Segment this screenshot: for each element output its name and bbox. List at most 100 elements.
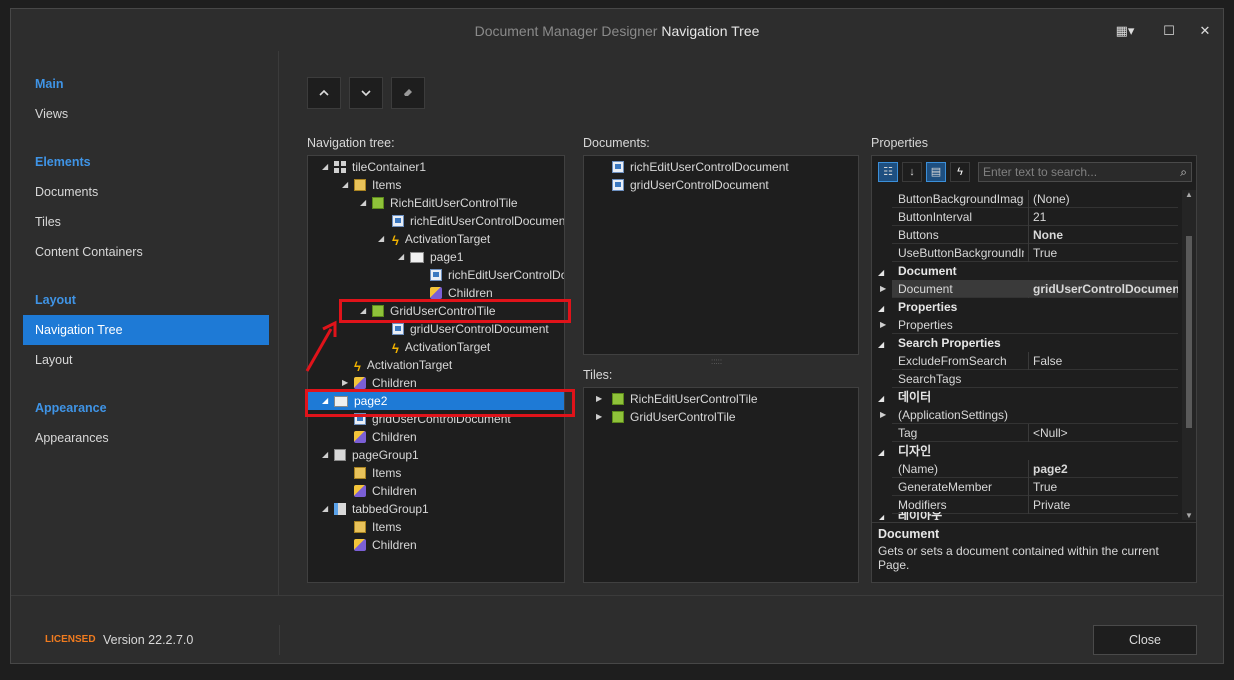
- tree-node[interactable]: tabbedGroup1: [334, 500, 429, 518]
- property-row[interactable]: ButtonBackgroundImage (None): [892, 190, 1178, 208]
- expand-toggle[interactable]: ◢: [360, 194, 366, 212]
- tiles-label: Tiles:: [583, 368, 613, 382]
- property-row[interactable]: ButtonInterval 21: [892, 208, 1178, 226]
- property-toolbar: ☷ ↓ ▤ ϟ Enter text to search... ⌕: [872, 156, 1196, 186]
- items-icon: [354, 179, 366, 191]
- tree-node[interactable]: ϟ ActivationTarget: [354, 356, 452, 374]
- property-category[interactable]: ◢ 데이터: [878, 388, 931, 406]
- documents-list[interactable]: richEditUserControlDocument gridUserCont…: [583, 155, 859, 355]
- expand-toggle[interactable]: ▶: [596, 390, 602, 408]
- categorized-button[interactable]: ☷: [878, 162, 898, 182]
- tree-node[interactable]: Children: [354, 482, 417, 500]
- chevron-up-icon: [319, 89, 329, 96]
- scrollbar-thumb[interactable]: [1186, 236, 1192, 428]
- events-button[interactable]: ϟ: [950, 162, 970, 182]
- footer-separator: [279, 625, 280, 655]
- tree-node[interactable]: Items: [354, 518, 401, 536]
- tile-icon: [612, 393, 624, 405]
- tree-node[interactable]: Items: [354, 176, 401, 194]
- chevron-down-icon: [361, 90, 371, 97]
- list-item[interactable]: GridUserControlTile: [612, 408, 736, 426]
- list-item[interactable]: RichEditUserControlTile: [612, 390, 758, 408]
- property-category[interactable]: ◢ Document: [878, 262, 957, 280]
- property-search-input[interactable]: Enter text to search... ⌕: [978, 162, 1192, 182]
- document-icon: [612, 179, 624, 191]
- tree-node[interactable]: ϟ ActivationTarget: [392, 338, 490, 356]
- group-layout: Layout: [35, 293, 76, 307]
- view-menu-icon[interactable]: ▦▾: [1113, 21, 1137, 41]
- property-grid[interactable]: ☷ ↓ ▤ ϟ Enter text to search... ⌕ Button…: [871, 155, 1197, 583]
- tree-node[interactable]: Items: [354, 464, 401, 482]
- expand-toggle[interactable]: ◢: [378, 230, 384, 248]
- tree-node[interactable]: Children: [354, 536, 417, 554]
- property-rows: ButtonBackgroundImage (None) ButtonInterv…: [872, 190, 1182, 520]
- tree-node[interactable]: page1: [410, 248, 463, 266]
- property-category[interactable]: ◢ Properties: [878, 298, 957, 316]
- property-row[interactable]: Properties: [892, 316, 1178, 334]
- property-row[interactable]: Tag <Null>: [892, 424, 1178, 442]
- maximize-button[interactable]: ☐: [1157, 21, 1181, 41]
- property-row[interactable]: GenerateMember True: [892, 478, 1178, 496]
- annotation-arrow: [305, 320, 337, 372]
- property-category[interactable]: ◢ 레이아웃: [878, 512, 942, 520]
- search-icon: ⌕: [1180, 165, 1187, 179]
- tree-node[interactable]: richEditUserControlDocument: [392, 212, 564, 230]
- property-row[interactable]: ExcludeFromSearch False: [892, 352, 1178, 370]
- children-icon: [354, 431, 366, 443]
- scroll-down-icon[interactable]: ▼: [1182, 511, 1196, 520]
- list-item[interactable]: gridUserControlDocument: [612, 176, 769, 194]
- tree-node[interactable]: Children: [354, 428, 417, 446]
- tabbed-group-icon: [334, 503, 346, 515]
- move-down-button[interactable]: [349, 77, 383, 109]
- close-window-button[interactable]: ✕: [1193, 21, 1217, 41]
- scroll-up-icon[interactable]: ▲: [1182, 190, 1196, 199]
- sidebar-item-tiles[interactable]: Tiles: [23, 207, 269, 237]
- tile-icon: [372, 197, 384, 209]
- sidebar-item-layout[interactable]: Layout: [23, 345, 269, 375]
- window-title: Document Manager Designer Navigation Tre…: [11, 23, 1223, 39]
- expand-toggle[interactable]: ◢: [398, 248, 404, 266]
- tree-node[interactable]: RichEditUserControlTile: [372, 194, 518, 212]
- property-pages-button[interactable]: ▤: [926, 162, 946, 182]
- tree-node[interactable]: tileContainer1: [334, 158, 426, 176]
- sidebar-item-appearances[interactable]: Appearances: [23, 423, 269, 453]
- property-scrollbar[interactable]: ▲ ▼: [1182, 190, 1196, 520]
- expand-toggle[interactable]: ▶: [880, 406, 886, 424]
- expand-toggle[interactable]: ◢: [322, 446, 328, 464]
- property-description: Document Gets or sets a document contain…: [872, 522, 1196, 582]
- tile-container-icon: [334, 161, 346, 173]
- tree-node[interactable]: pageGroup1: [334, 446, 419, 464]
- alphabetical-button[interactable]: ↓: [902, 162, 922, 182]
- designer-window: Document Manager Designer Navigation Tre…: [10, 8, 1224, 664]
- expand-toggle[interactable]: ◢: [322, 158, 328, 176]
- sidebar-item-documents[interactable]: Documents: [23, 177, 269, 207]
- footer-divider: [11, 595, 1223, 596]
- sidebar-item-content-containers[interactable]: Content Containers: [23, 237, 269, 267]
- property-row[interactable]: (Name) page2: [892, 460, 1178, 478]
- clear-button[interactable]: [391, 77, 425, 109]
- tree-node[interactable]: ϟ ActivationTarget: [392, 230, 490, 248]
- property-row[interactable]: SearchTags: [892, 370, 1178, 388]
- property-row-selected[interactable]: Document gridUserControlDocument: [892, 280, 1178, 298]
- list-item[interactable]: richEditUserControlDocument: [612, 158, 789, 176]
- expand-toggle[interactable]: ▶: [880, 316, 886, 334]
- property-row[interactable]: (ApplicationSettings): [892, 406, 1178, 424]
- tile-icon: [612, 411, 624, 423]
- property-category[interactable]: ◢ Search Properties: [878, 334, 1001, 352]
- property-row[interactable]: Buttons None: [892, 226, 1178, 244]
- property-category[interactable]: ◢ 디자인: [878, 442, 931, 460]
- move-up-button[interactable]: [307, 77, 341, 109]
- expand-toggle[interactable]: ▶: [880, 280, 886, 298]
- splitter-grip[interactable]: :::::: [711, 357, 722, 366]
- tiles-list[interactable]: ▶ RichEditUserControlTile ▶ GridUserCont…: [583, 387, 859, 583]
- tree-node[interactable]: richEditUserControlDocument: [430, 266, 564, 284]
- property-row[interactable]: UseButtonBackgroundImagesTrue: [892, 244, 1178, 262]
- expand-toggle[interactable]: ◢: [342, 176, 348, 194]
- expand-toggle[interactable]: ◢: [322, 500, 328, 518]
- description-title: Document: [878, 527, 940, 541]
- sidebar-item-views[interactable]: Views: [23, 99, 269, 129]
- sidebar-item-navigation-tree[interactable]: Navigation Tree: [23, 315, 269, 345]
- close-button[interactable]: Close: [1093, 625, 1197, 655]
- expand-toggle[interactable]: ▶: [596, 408, 602, 426]
- title-main: Navigation Tree: [661, 23, 760, 39]
